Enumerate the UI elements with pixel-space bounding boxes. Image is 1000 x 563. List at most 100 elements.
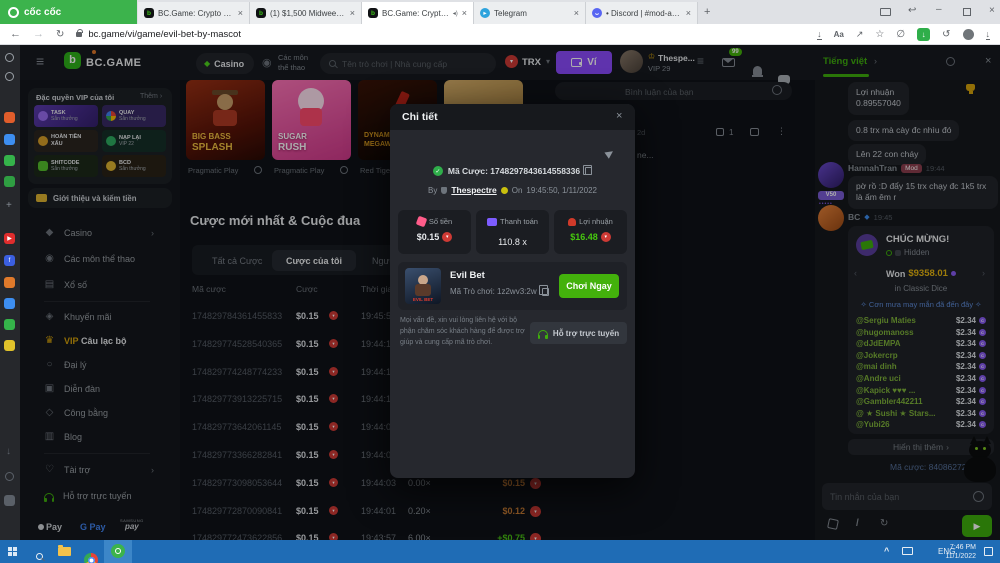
browser-tab-3-active[interactable]: b BC.Game: Crypto Casino ◂) × (362, 2, 474, 24)
game-id-text: Mã Trò chơi: 1z2wv3:2w (450, 287, 537, 296)
undo-icon[interactable]: ↩ (908, 5, 916, 16)
verified-check-icon: ✓ (433, 166, 443, 176)
share-icon[interactable]: ▶ (604, 147, 617, 160)
share-icon[interactable]: ↗ (856, 29, 864, 40)
downloads-strip-icon[interactable]: ↓ (6, 446, 11, 457)
save-page-icon[interactable]: ↓ (817, 29, 822, 40)
network-icon[interactable] (902, 547, 913, 555)
tab-close-icon[interactable]: × (462, 8, 467, 18)
clock[interactable]: 7:46 PM 11/1/2022 (928, 543, 976, 561)
copy-icon[interactable] (542, 288, 549, 296)
brand-text: cốc cốc (24, 7, 61, 18)
copy-icon[interactable] (585, 167, 592, 175)
bet-id-row: ✓ Mã Cược: 1748297843614558336 (390, 166, 635, 176)
bcgame-favicon: b (256, 8, 266, 18)
bet-by-row: By Thespectre On 19:45:50, 1/11/2022 (390, 185, 635, 195)
action-center-icon[interactable] (984, 547, 993, 556)
download-manager-icon[interactable]: ↓ (917, 28, 930, 41)
shortcut-icon-6[interactable] (4, 298, 15, 309)
coccoc-app-icon-inner (115, 548, 121, 554)
modal-game-row: EVIL BET Evil Bet Mã Trò chơi: 1z2wv3:2w… (398, 262, 627, 310)
strip-misc-icon-2[interactable] (4, 495, 15, 506)
time: 7:46 PM (928, 543, 976, 552)
profit-icon (568, 218, 576, 226)
date: 11/1/2022 (928, 552, 976, 561)
shortcut-icon-4[interactable] (4, 176, 15, 187)
thumb-label: EVIL BET (405, 297, 441, 302)
youtube-icon[interactable]: ▶ (4, 233, 15, 244)
bet-timestamp: 19:45:50, 1/11/2022 (526, 186, 597, 195)
browser-addressbar: ← → ↻ bc.game/vi/game/evil-bet-by-mascot… (0, 24, 1000, 45)
url-field[interactable]: bc.game/vi/game/evil-bet-by-mascot (76, 29, 241, 40)
tab-audio-icon[interactable]: ◂) (453, 10, 458, 17)
trx-coin-icon: ▾ (601, 232, 611, 242)
shortcut-icon-3[interactable] (4, 155, 15, 166)
coccoc-logo-icon (8, 7, 19, 18)
payout-icon (487, 218, 497, 226)
back-icon[interactable]: ← (10, 28, 21, 40)
shortcut-icon-1[interactable] (4, 112, 15, 123)
forward-icon[interactable]: → (33, 28, 44, 40)
discord-favicon: ᴗ (592, 8, 602, 18)
lock-icon (76, 32, 82, 37)
stat-card-profit: Lợi nhuận $16.48▾ (554, 210, 627, 254)
chrome-icon[interactable] (84, 553, 98, 563)
file-explorer-icon[interactable] (58, 547, 71, 556)
minimize-button[interactable]: – (936, 4, 942, 15)
tray-expand-icon[interactable]: ^ (884, 546, 889, 556)
tab-close-icon[interactable]: × (238, 8, 243, 18)
bcgame-favicon: b (144, 8, 154, 18)
browser-settings-icon[interactable] (5, 53, 14, 62)
reload-icon[interactable]: ↻ (56, 29, 64, 40)
tab-close-icon[interactable]: × (574, 8, 579, 18)
screen: + ▶ f ↓ ≡ b BC.GAME ◆ Casino ◉ Các môn t… (0, 0, 1000, 563)
tab-close-icon[interactable]: × (686, 8, 691, 18)
browser-tab-1[interactable]: b BC.Game: Crypto Casino Gan× (138, 2, 250, 24)
maximize-button[interactable] (963, 8, 971, 16)
extension-icon[interactable]: ↺ (942, 29, 950, 40)
tab-close-icon[interactable]: × (350, 8, 355, 18)
player-name[interactable]: Thespectre (451, 185, 496, 195)
browser-tab-5[interactable]: ᴗ • Discord | #mod-announc× (586, 2, 698, 24)
player-badge-icon (501, 187, 508, 194)
browser-tabbar: cốc cốc b BC.Game: Crypto Casino Gan× b … (0, 0, 1000, 24)
close-icon[interactable]: × (616, 110, 622, 122)
dice-icon (416, 216, 428, 228)
cast-icon[interactable] (880, 8, 891, 16)
shortcut-icon-5[interactable] (4, 277, 15, 288)
game-thumbnail[interactable]: EVIL BET (405, 268, 441, 304)
facebook-icon[interactable]: f (4, 255, 15, 266)
stat-card-payout: Thanh toán 110.8 x (476, 210, 549, 254)
shortcut-icon-2[interactable] (4, 134, 15, 145)
stat-label: Số tiền (429, 217, 452, 226)
adblock-icon[interactable]: ∅ (896, 29, 905, 40)
browser-history-icon[interactable] (5, 72, 14, 81)
stat-value: $16.48 (570, 232, 598, 242)
bet-details-modal: Chi tiết × ▶ ✓ Mã Cược: 1748297843614558… (390, 104, 635, 478)
bet-id-text: Mã Cược: 1748297843614558336 (448, 166, 580, 176)
support-button[interactable]: Hỗ trợ trực tuyến (530, 322, 627, 344)
modal-title: Chi tiết (402, 111, 438, 123)
taskbar-search-icon[interactable] (36, 547, 43, 563)
browser-tab-4[interactable]: ▸ Telegram× (474, 2, 586, 24)
browser-tab-2[interactable]: b (1) $1,500 Midweek Mascot× (250, 2, 362, 24)
play-now-button[interactable]: Chơi Ngay (559, 274, 619, 298)
start-button[interactable] (8, 547, 17, 556)
windows-taskbar: ^ ENG 7:46 PM 11/1/2022 (0, 540, 1000, 563)
translate-icon[interactable]: Aa (834, 30, 844, 39)
profile-icon[interactable] (963, 29, 974, 40)
stat-label: Thanh toán (500, 217, 538, 226)
trx-coin-icon: ▾ (442, 232, 452, 242)
shortcut-icon-7[interactable] (4, 319, 15, 330)
new-tab-button[interactable]: + (704, 6, 710, 18)
url-text[interactable]: bc.game/vi/game/evil-bet-by-mascot (88, 29, 241, 40)
strip-misc-icon[interactable] (5, 472, 14, 481)
bookmark-star-icon[interactable]: ☆ (875, 29, 884, 40)
stat-value: $0.15 (417, 232, 440, 242)
close-window-button[interactable]: × (989, 5, 995, 16)
shortcut-icon-8[interactable] (4, 340, 15, 351)
downloads-tray-icon[interactable]: ↓ (986, 29, 991, 40)
add-shortcut-icon[interactable]: + (6, 200, 12, 211)
coccoc-taskbar-tile[interactable] (104, 540, 132, 563)
stat-label: Lợi nhuận (579, 217, 613, 226)
